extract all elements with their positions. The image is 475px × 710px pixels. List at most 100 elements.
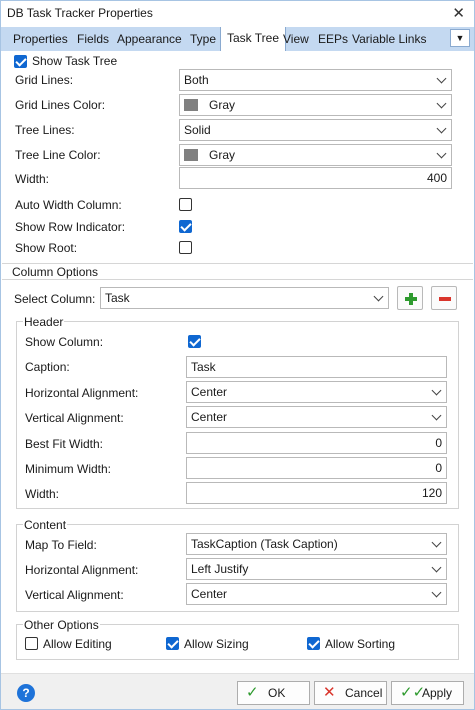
tab-eeps[interactable]: EEPs [318,32,348,46]
best-fit-width-input[interactable]: 0 [186,432,447,454]
chevron-down-icon [431,537,442,548]
remove-column-button[interactable] [431,286,457,310]
chevron-down-icon [436,123,447,134]
divider [2,279,473,280]
tab-properties[interactable]: Properties [13,32,68,46]
content-v-align-label: Vertical Alignment: [25,588,124,602]
tree-lines-value: Solid [184,123,211,137]
allow-sorting-label: Allow Sorting [325,637,396,651]
grid-lines-color-value: Gray [209,98,236,112]
show-task-tree-checkbox[interactable] [14,55,27,68]
ok-label: OK [268,686,286,700]
header-group-title: Header [23,315,65,329]
allow-editing-checkbox[interactable] [25,637,38,650]
auto-width-label: Auto Width Column: [15,198,122,212]
grid-lines-label: Grid Lines: [15,73,74,87]
map-to-field-label: Map To Field: [25,538,97,552]
tab-view[interactable]: View [283,32,309,46]
add-column-button[interactable] [397,286,423,310]
check-icon: ✓ [246,684,259,701]
header-h-align-value: Center [191,385,228,399]
grid-lines-value: Both [184,73,209,87]
select-column-dropdown[interactable]: Task [100,287,389,309]
tree-lines-select[interactable]: Solid [179,119,452,141]
color-swatch [184,99,198,111]
x-icon: ✕ [323,684,336,701]
chevron-down-icon [431,385,442,396]
grid-lines-select[interactable]: Both [179,69,452,91]
show-column-label: Show Column: [25,335,104,349]
width-input[interactable]: 400 [179,167,452,189]
apply-button[interactable]: ✓✓ Apply [391,681,464,705]
chevron-down-icon [431,410,442,421]
header-h-align-select[interactable]: Center [186,381,447,403]
tab-appearance[interactable]: Appearance [117,32,182,46]
map-to-field-value: TaskCaption (Task Caption) [191,537,338,551]
properties-dialog: DB Task Tracker Properties ✕ Properties … [0,0,475,710]
tab-menu-dropdown[interactable]: ▼ [450,29,470,47]
row-indicator-label: Show Row Indicator: [15,220,126,234]
select-column-label: Select Column: [14,292,96,306]
row-indicator-checkbox[interactable] [179,220,192,233]
header-v-align-select[interactable]: Center [186,406,447,428]
auto-width-checkbox[interactable] [179,198,192,211]
tree-line-color-select[interactable]: Gray [179,144,452,166]
other-options-title: Other Options [23,618,100,632]
title-bar: DB Task Tracker Properties ✕ [1,1,474,27]
tab-fields[interactable]: Fields [77,32,109,46]
width-label: Width: [15,172,50,186]
content-h-align-label: Horizontal Alignment: [25,563,139,577]
tree-line-color-value: Gray [209,148,236,162]
cancel-button[interactable]: ✕ Cancel [314,681,387,705]
header-width-input[interactable]: 120 [186,482,447,504]
chevron-down-icon [436,148,447,159]
grid-lines-color-label: Grid Lines Color: [15,98,106,112]
divider [2,263,473,264]
select-column-value: Task [105,291,130,305]
tab-type[interactable]: Type [190,32,216,46]
content-v-align-value: Center [191,587,228,601]
chevron-down-icon [436,98,447,109]
help-icon[interactable]: ? [17,684,35,702]
allow-sizing-checkbox[interactable] [166,637,179,650]
show-root-checkbox[interactable] [179,241,192,254]
tab-variable-links[interactable]: Variable Links [352,32,426,46]
tree-line-color-label: Tree Line Color: [15,148,101,162]
chevron-down-icon [373,291,384,302]
chevron-down-icon [431,562,442,573]
tab-strip: Properties Fields Appearance Type Task T… [1,27,474,51]
header-v-align-label: Vertical Alignment: [25,411,124,425]
double-check-icon: ✓✓ [400,684,426,701]
chevron-down-icon [431,587,442,598]
column-options-title: Column Options [12,265,99,279]
cancel-label: Cancel [345,686,383,700]
minimum-width-input[interactable]: 0 [186,457,447,479]
allow-sizing-label: Allow Sizing [184,637,249,651]
tree-lines-label: Tree Lines: [15,123,75,137]
allow-sorting-checkbox[interactable] [307,637,320,650]
content-v-align-select[interactable]: Center [186,583,447,605]
content-h-align-select[interactable]: Left Justify [186,558,447,580]
apply-label: Apply [422,686,453,700]
show-task-tree-label: Show Task Tree [32,54,118,68]
map-to-field-select[interactable]: TaskCaption (Task Caption) [186,533,447,555]
allow-editing-label: Allow Editing [43,637,112,651]
grid-lines-color-select[interactable]: Gray [179,94,452,116]
show-root-label: Show Root: [15,241,78,255]
chevron-down-icon [436,73,447,84]
window-title: DB Task Tracker Properties [7,6,153,20]
caption-input[interactable]: Task [186,356,447,378]
header-width-label: Width: [25,487,60,501]
best-fit-width-label: Best Fit Width: [25,437,104,451]
close-icon[interactable]: ✕ [452,4,465,22]
ok-button[interactable]: ✓ OK [237,681,310,705]
tab-task-tree[interactable]: Task Tree [220,27,287,51]
content-h-align-value: Left Justify [191,562,249,576]
caption-label: Caption: [25,360,70,374]
show-column-checkbox[interactable] [188,335,201,348]
header-v-align-value: Center [191,410,228,424]
header-h-align-label: Horizontal Alignment: [25,386,139,400]
content-group-title: Content [23,518,68,532]
dialog-footer: ? ✓ OK ✕ Cancel ✓✓ Apply [1,673,474,709]
color-swatch [184,149,198,161]
